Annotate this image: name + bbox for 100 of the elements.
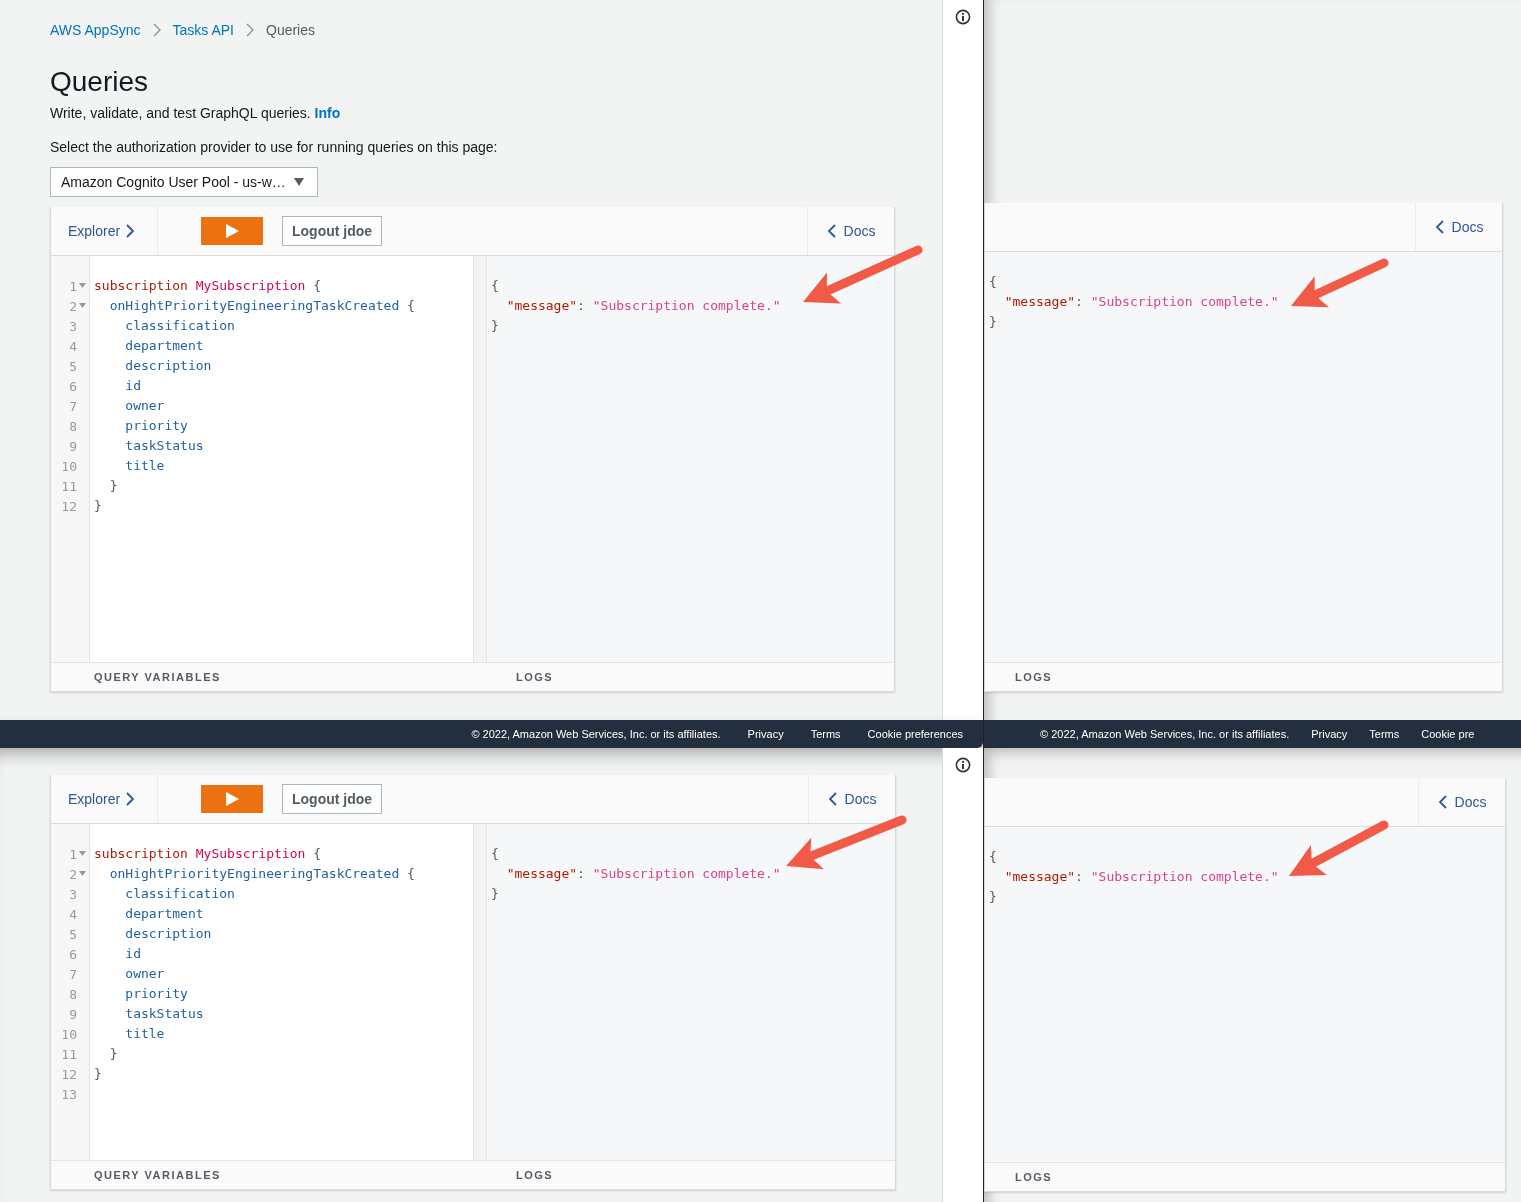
line-number: 6 bbox=[69, 946, 77, 962]
explorer-button[interactable]: Explorer bbox=[51, 207, 158, 255]
code-line: description bbox=[124, 357, 213, 375]
code-line: owner bbox=[124, 965, 166, 983]
line-number: 8 bbox=[69, 418, 77, 434]
json-line: } bbox=[491, 885, 500, 903]
breadcrumb-item[interactable]: Tasks API bbox=[172, 22, 234, 38]
line-number: 1 bbox=[69, 278, 77, 294]
line-number: 9 bbox=[69, 438, 77, 454]
info-link[interactable]: Info bbox=[314, 105, 341, 121]
caret-down-icon bbox=[294, 178, 304, 186]
code-line: description bbox=[124, 925, 213, 943]
footer-link[interactable]: Cookie pre bbox=[1421, 728, 1475, 740]
line-number: 4 bbox=[69, 338, 77, 354]
code-line: onHightPriorityEngineeringTaskCreated { bbox=[108, 865, 416, 883]
code-line: subscription MySubscription { bbox=[94, 277, 322, 295]
code-line: classification bbox=[124, 317, 236, 335]
chevron-right-icon bbox=[152, 23, 161, 37]
docs-button[interactable]: Docs bbox=[1415, 203, 1502, 251]
code-line: priority bbox=[124, 985, 189, 1003]
footer-link[interactable]: Privacy bbox=[1311, 728, 1348, 740]
field-label: Select the authorization provider to use for running queries on this page: bbox=[50, 138, 499, 157]
footer-link[interactable]: Terms bbox=[1369, 728, 1400, 740]
json-line: { bbox=[989, 848, 998, 866]
line-number: 10 bbox=[61, 1026, 77, 1042]
docs-button[interactable]: Docs bbox=[807, 207, 894, 255]
footer-link[interactable]: Privacy bbox=[747, 728, 784, 740]
json-line: "message": "Subscription complete." bbox=[1003, 868, 1280, 886]
logout-button[interactable]: Logout jdoe bbox=[282, 784, 383, 814]
chevron-left-icon bbox=[826, 223, 837, 239]
chevron-right-icon bbox=[246, 23, 254, 37]
code-line: taskStatus bbox=[124, 437, 205, 455]
copyright-text: © 2022, Amazon Web Services, Inc. or its affiliates. bbox=[1040, 728, 1290, 740]
logs-tab[interactable]: LOGS bbox=[985, 1171, 1053, 1183]
code-line: department bbox=[124, 337, 205, 355]
line-number: 2 bbox=[69, 866, 77, 882]
line-number: 7 bbox=[69, 398, 77, 414]
run-button[interactable] bbox=[201, 785, 263, 813]
json-line: "message": "Subscription complete." bbox=[1003, 293, 1280, 311]
json-line: } bbox=[989, 888, 998, 906]
json-line: { bbox=[491, 277, 500, 295]
line-number: 13 bbox=[61, 1086, 77, 1102]
chevron-left-icon bbox=[1434, 219, 1445, 235]
line-number: 2 bbox=[69, 298, 77, 314]
logs-tab[interactable]: LOGS bbox=[985, 671, 1053, 683]
explorer-button[interactable]: Explorer bbox=[51, 775, 158, 823]
code-line: } bbox=[108, 1045, 119, 1063]
line-number: 12 bbox=[61, 498, 77, 514]
play-icon bbox=[225, 792, 239, 806]
code-line: taskStatus bbox=[124, 1005, 205, 1023]
breadcrumb-item[interactable]: AWS AppSync bbox=[50, 22, 141, 38]
docs-button[interactable]: Docs bbox=[808, 775, 895, 823]
json-line: "message": "Subscription complete." bbox=[505, 297, 782, 315]
info-icon bbox=[955, 9, 971, 25]
line-number: 5 bbox=[69, 926, 77, 942]
docs-button[interactable]: Docs bbox=[1418, 778, 1505, 826]
footer-link[interactable]: Terms bbox=[810, 728, 841, 740]
chevron-right-icon bbox=[125, 223, 136, 239]
logout-button[interactable]: Logout jdoe bbox=[282, 216, 383, 246]
line-number: 8 bbox=[69, 986, 77, 1002]
logs-tab[interactable]: LOGS bbox=[473, 1169, 554, 1181]
line-number: 3 bbox=[69, 318, 77, 334]
line-number: 4 bbox=[69, 906, 77, 922]
chevron-left-icon bbox=[1437, 794, 1448, 810]
provider-dropdown[interactable]: Amazon Cognito User Pool - us-w… bbox=[50, 167, 318, 197]
footer-link[interactable]: Cookie preferences bbox=[867, 728, 963, 740]
json-line: } bbox=[989, 313, 998, 331]
code-line: } bbox=[94, 1065, 103, 1083]
line-number: 1 bbox=[69, 846, 77, 862]
code-line: priority bbox=[124, 417, 189, 435]
code-line: id bbox=[124, 945, 142, 963]
code-line: owner bbox=[124, 397, 166, 415]
line-number: 11 bbox=[61, 478, 77, 494]
code-line: department bbox=[124, 905, 205, 923]
line-number: 6 bbox=[69, 378, 77, 394]
code-line: id bbox=[124, 377, 142, 395]
json-line: { bbox=[989, 273, 998, 291]
info-icon bbox=[955, 757, 971, 773]
chevron-left-icon bbox=[827, 791, 838, 807]
code-line: } bbox=[108, 477, 119, 495]
code-line: subscription MySubscription { bbox=[94, 845, 322, 863]
logs-tab[interactable]: LOGS bbox=[473, 671, 554, 683]
code-line: } bbox=[94, 497, 103, 515]
page-title: Queries bbox=[50, 65, 150, 99]
line-number: 10 bbox=[61, 458, 77, 474]
code-line: classification bbox=[124, 885, 236, 903]
code-line: title bbox=[124, 457, 166, 475]
query-variables-tab[interactable]: QUERY VARIABLES bbox=[51, 671, 473, 683]
description-text: Write, validate, and test GraphQL queries. Info bbox=[50, 104, 342, 123]
run-button[interactable] bbox=[201, 217, 263, 245]
query-variables-tab[interactable]: QUERY VARIABLES bbox=[51, 1169, 473, 1181]
play-icon bbox=[225, 224, 239, 238]
chevron-right-icon bbox=[125, 791, 136, 807]
code-line: title bbox=[124, 1025, 166, 1043]
line-number: 3 bbox=[69, 886, 77, 902]
line-number: 11 bbox=[61, 1046, 77, 1062]
line-number: 12 bbox=[61, 1066, 77, 1082]
breadcrumb-item: Queries bbox=[266, 22, 316, 38]
json-line: { bbox=[491, 845, 500, 863]
code-line: onHightPriorityEngineeringTaskCreated { bbox=[108, 297, 416, 315]
